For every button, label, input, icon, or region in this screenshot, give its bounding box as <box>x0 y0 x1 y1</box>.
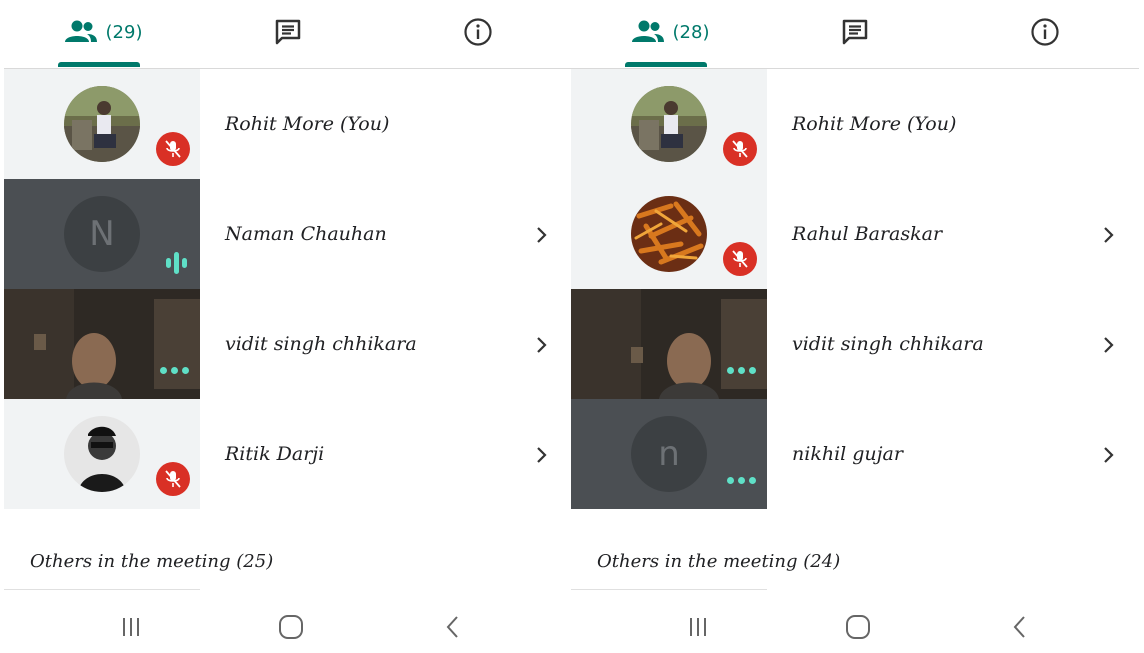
participant-name: Rohit More (You) <box>225 113 390 135</box>
participant-row[interactable]: vidit singh chhikara <box>4 289 572 399</box>
back-icon <box>1013 616 1025 638</box>
more-dots-icon <box>727 477 756 484</box>
participant-video-tile <box>571 289 767 399</box>
avatar <box>631 196 707 272</box>
participant-tile <box>4 69 200 179</box>
back-icon <box>446 616 458 638</box>
people-icon <box>631 20 664 42</box>
participant-row[interactable]: Ritik Darji <box>4 399 572 509</box>
mic-off-icon <box>723 132 757 166</box>
chevron-right-icon[interactable] <box>534 443 550 467</box>
home-button[interactable] <box>843 612 873 642</box>
participant-name: Rohit More (You) <box>792 113 957 135</box>
participants-panel-left: (29) Rohit More (You) N Naman Chauhan vi… <box>4 0 572 653</box>
info-icon <box>464 18 492 46</box>
home-button[interactable] <box>276 612 306 642</box>
active-tab-indicator <box>58 62 140 67</box>
chevron-right-icon[interactable] <box>1101 223 1117 247</box>
people-icon <box>64 20 97 42</box>
avatar <box>64 86 140 162</box>
participant-tile <box>4 399 200 509</box>
participants-panel-right: (28) Rohit More (You) Rahul Baraskar vid… <box>571 0 1139 653</box>
tab-people[interactable]: (28) <box>625 12 715 52</box>
divider <box>4 589 200 590</box>
tab-info[interactable] <box>450 12 506 52</box>
more-dots-icon <box>727 367 756 374</box>
recent-apps-icon <box>123 618 139 636</box>
participant-row[interactable]: Rahul Baraskar <box>571 179 1139 289</box>
chevron-right-icon[interactable] <box>1101 333 1117 357</box>
avatar <box>631 86 707 162</box>
mic-off-icon <box>156 462 190 496</box>
system-nav-bar <box>571 600 1139 653</box>
people-count: (29) <box>105 21 143 43</box>
info-icon <box>1031 18 1059 46</box>
recent-apps-button[interactable] <box>116 612 146 642</box>
participant-row[interactable]: n nikhil gujar <box>571 399 1139 509</box>
mic-off-icon <box>156 132 190 166</box>
participant-row[interactable]: vidit singh chhikara <box>571 289 1139 399</box>
participant-name: vidit singh chhikara <box>225 333 417 355</box>
participant-name: Naman Chauhan <box>225 223 387 245</box>
chevron-right-icon[interactable] <box>534 333 550 357</box>
participant-name: nikhil gujar <box>792 443 903 465</box>
chat-icon <box>275 19 301 45</box>
participant-tile: n <box>571 399 767 509</box>
participant-tile <box>571 179 767 289</box>
participant-name: vidit singh chhikara <box>792 333 984 355</box>
home-icon <box>279 615 303 639</box>
participant-tile: N <box>4 179 200 289</box>
people-count: (28) <box>672 21 710 43</box>
tab-chat[interactable] <box>827 12 883 52</box>
participant-name: Ritik Darji <box>225 443 325 465</box>
divider <box>571 589 767 590</box>
recent-apps-icon <box>690 618 706 636</box>
avatar <box>64 416 140 492</box>
participant-tile <box>571 69 767 179</box>
participant-row[interactable]: Rohit More (You) <box>4 69 572 179</box>
tab-bar: (29) <box>4 0 572 69</box>
tab-bar: (28) <box>571 0 1139 69</box>
mic-off-icon <box>723 242 757 276</box>
participant-video-tile <box>4 289 200 399</box>
more-dots-icon <box>160 367 189 374</box>
speaking-icon <box>156 251 196 275</box>
system-nav-bar <box>4 600 572 653</box>
chat-icon <box>842 19 868 45</box>
recent-apps-button[interactable] <box>683 612 713 642</box>
active-tab-indicator <box>625 62 707 67</box>
home-icon <box>846 615 870 639</box>
participant-row[interactable]: N Naman Chauhan <box>4 179 572 289</box>
others-in-meeting-header[interactable]: Others in the meeting (24) <box>597 551 840 572</box>
avatar: N <box>64 196 140 272</box>
participant-row[interactable]: Rohit More (You) <box>571 69 1139 179</box>
back-button[interactable] <box>438 612 468 642</box>
chevron-right-icon[interactable] <box>1101 443 1117 467</box>
others-in-meeting-header[interactable]: Others in the meeting (25) <box>30 551 273 572</box>
avatar: n <box>631 416 707 492</box>
tab-info[interactable] <box>1017 12 1073 52</box>
chevron-right-icon[interactable] <box>534 223 550 247</box>
back-button[interactable] <box>1005 612 1035 642</box>
tab-people[interactable]: (29) <box>58 12 148 52</box>
participant-name: Rahul Baraskar <box>792 223 943 245</box>
tab-chat[interactable] <box>260 12 316 52</box>
